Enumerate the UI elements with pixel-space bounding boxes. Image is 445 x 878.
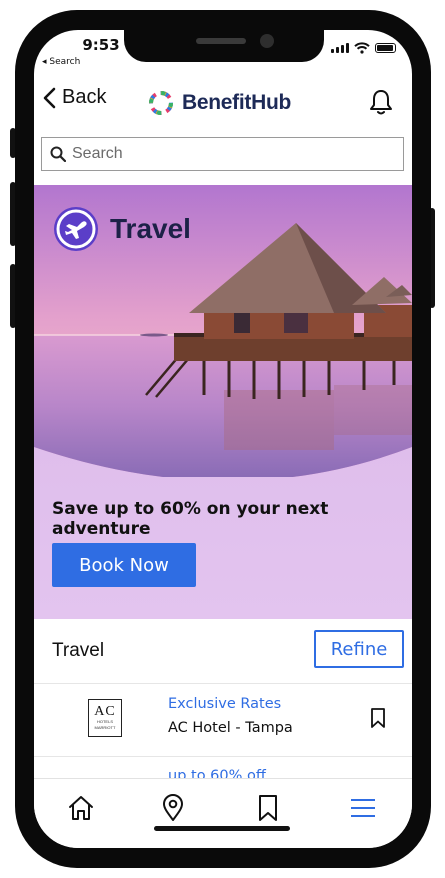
home-icon [69, 796, 93, 820]
chevron-left-icon [43, 87, 56, 108]
phone-frame: 9:53 ◂ Search Back BenefitHub Search Tra… [15, 10, 431, 868]
logo-subtext-brand: MARRIOTT [94, 725, 116, 730]
speaker-grille [196, 38, 246, 44]
refine-button[interactable]: Refine [314, 630, 404, 668]
status-icons [331, 42, 396, 54]
tab-menu[interactable] [346, 791, 380, 825]
home-indicator[interactable] [154, 826, 290, 831]
travel-badge: Travel [52, 205, 191, 253]
menu-icon [351, 799, 375, 817]
bookmark-icon [371, 708, 385, 728]
back-label: Back [62, 86, 107, 108]
search-bar[interactable] [41, 137, 404, 171]
notch [124, 30, 324, 62]
divider [34, 683, 412, 684]
brand-logo: BenefitHub [146, 88, 291, 118]
bell-icon [370, 90, 392, 115]
airplane-icon [54, 207, 98, 251]
bookmark-icon [259, 795, 277, 821]
travel-hero-banner: Travel Save up to 60% on your next adven… [34, 185, 412, 619]
tab-saved[interactable] [251, 791, 285, 825]
benefithub-logo-icon [149, 91, 173, 115]
notifications-button[interactable] [368, 88, 394, 120]
hero-tagline: Save up to 60% on your next adventure [52, 499, 329, 539]
search-input[interactable] [72, 145, 372, 163]
tab-locations[interactable] [156, 791, 190, 825]
signal-icon [331, 43, 349, 53]
section-header: Travel Refine [34, 620, 412, 680]
status-back-to-search[interactable]: ◂ Search [42, 57, 80, 67]
tab-home[interactable] [64, 791, 98, 825]
front-camera [260, 34, 274, 48]
search-icon [50, 146, 66, 162]
app-header: Back BenefitHub [34, 74, 412, 128]
map-pin-icon [163, 794, 183, 821]
back-button[interactable]: Back [42, 86, 106, 109]
save-offer-button[interactable] [370, 707, 386, 733]
screen: 9:53 ◂ Search Back BenefitHub Search Tra… [34, 30, 412, 848]
battery-icon [375, 43, 396, 53]
wifi-icon [354, 42, 370, 54]
divider [34, 756, 412, 757]
ac-hotels-logo: AC HOTELS MARRIOTT [88, 699, 122, 737]
list-item[interactable]: AC HOTELS MARRIOTT Exclusive Rates AC Ho… [34, 685, 412, 755]
hero-title: Travel [110, 213, 191, 244]
section-title: Travel [52, 640, 105, 661]
bottom-tab-bar [34, 778, 412, 848]
offer-title[interactable]: Exclusive Rates [168, 696, 281, 712]
offer-name: AC Hotel - Tampa [168, 720, 293, 736]
logo-text: AC [94, 704, 116, 719]
book-now-button[interactable]: Book Now [52, 543, 196, 587]
status-time: 9:53 [82, 36, 120, 54]
brand-name: BenefitHub [182, 91, 291, 114]
